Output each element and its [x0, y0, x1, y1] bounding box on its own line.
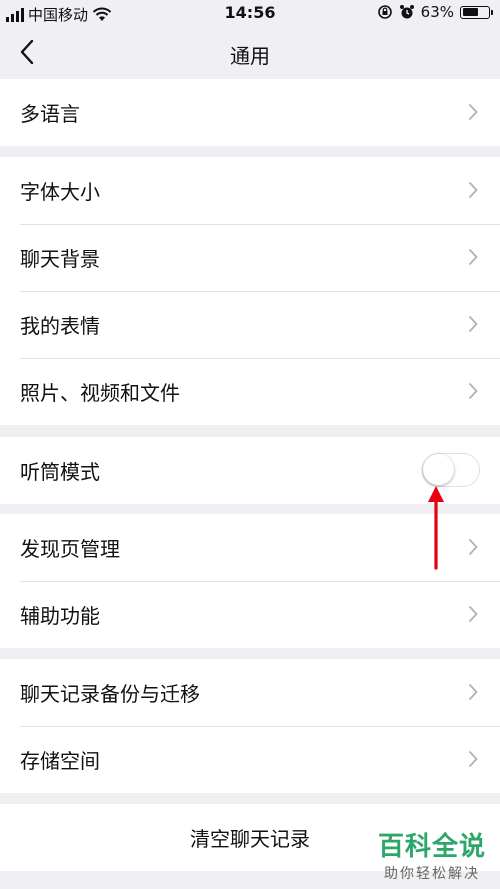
chevron-right-icon [468, 538, 478, 556]
chevron-right-icon [468, 103, 478, 121]
row-media-files-label: 照片、视频和文件 [20, 381, 180, 405]
battery-icon [460, 5, 493, 19]
group-display: 字体大小 聊天背景 我的表情 照片、视频和文件 [0, 157, 500, 425]
row-chat-backup-label: 聊天记录备份与迁移 [20, 682, 200, 706]
row-accessibility[interactable]: 辅助功能 [0, 581, 500, 648]
status-right: 63% [377, 3, 493, 21]
chevron-right-icon [468, 315, 478, 333]
row-chat-background-label: 聊天背景 [20, 247, 100, 271]
earpiece-toggle[interactable] [422, 453, 480, 487]
chevron-right-icon [468, 181, 478, 199]
row-media-files[interactable]: 照片、视频和文件 [0, 358, 500, 425]
page-title: 通用 [230, 44, 270, 68]
nav-bar: 通用 [0, 26, 500, 78]
row-discover-manage[interactable]: 发现页管理 [0, 514, 500, 581]
group-discover: 发现页管理 辅助功能 [0, 514, 500, 648]
row-my-stickers[interactable]: 我的表情 [0, 291, 500, 358]
orientation-lock-icon [377, 5, 392, 19]
group-backup: 聊天记录备份与迁移 存储空间 [0, 659, 500, 793]
row-chat-background[interactable]: 聊天背景 [0, 224, 500, 291]
row-my-stickers-label: 我的表情 [20, 314, 100, 338]
row-earpiece-mode: 听筒模式 [0, 437, 500, 504]
red-arrow-annotation [428, 486, 444, 570]
group-earpiece: 听筒模式 [0, 437, 500, 504]
row-font-size-label: 字体大小 [20, 180, 100, 204]
alarm-icon [399, 5, 414, 19]
row-language[interactable]: 多语言 [0, 79, 500, 146]
group-language: 多语言 [0, 79, 500, 146]
row-storage-label: 存储空间 [20, 749, 100, 773]
row-font-size[interactable]: 字体大小 [0, 157, 500, 224]
row-earpiece-mode-label: 听筒模式 [20, 460, 100, 484]
toggle-knob [423, 454, 454, 485]
watermark-logo: 百科全说 助你轻松解决 [378, 826, 486, 883]
row-accessibility-label: 辅助功能 [20, 604, 100, 628]
status-bar: 中国移动 14:56 63% [0, 0, 500, 26]
row-chat-backup[interactable]: 聊天记录备份与迁移 [0, 659, 500, 726]
chevron-right-icon [468, 683, 478, 701]
chevron-right-icon [468, 750, 478, 768]
watermark-subtitle: 助你轻松解决 [383, 866, 480, 882]
watermark-title: 百科全说 [377, 832, 486, 862]
battery-percent: 63% [420, 3, 454, 21]
chevron-right-icon [468, 605, 478, 623]
battery-level [462, 8, 479, 16]
clear-chat-history-label: 清空聊天记录 [190, 827, 310, 851]
row-storage[interactable]: 存储空间 [0, 726, 500, 793]
chevron-right-icon [468, 248, 478, 266]
row-language-label: 多语言 [20, 102, 80, 126]
row-discover-manage-label: 发现页管理 [20, 537, 120, 561]
chevron-right-icon [468, 382, 478, 400]
